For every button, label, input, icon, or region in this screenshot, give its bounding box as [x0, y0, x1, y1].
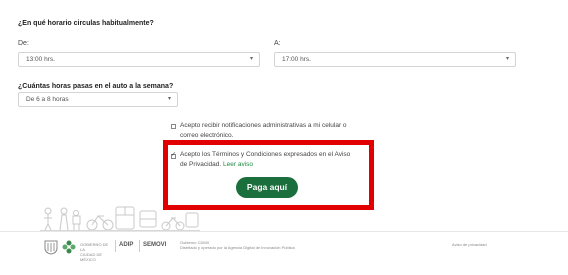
terms-line-2: de Privacidad. — [180, 161, 222, 168]
from-select-value: 13:00 hrs. — [26, 56, 55, 63]
privacy-link[interactable]: Aviso de privacidad — [452, 242, 487, 247]
adip-logo: ADIP — [119, 242, 134, 248]
question-schedule: ¿En qué horario circulas habitualmente? — [18, 20, 154, 27]
chevron-down-icon: ▾ — [249, 56, 253, 62]
chevron-down-icon: ▾ — [167, 96, 171, 102]
chevron-down-icon: ▾ — [505, 56, 509, 62]
notifications-text: Acepto recibir notificaciones administra… — [180, 121, 370, 141]
footer-credit: Gobierno CDMX Diseñado y operado por la … — [180, 240, 380, 250]
coat-of-arms-icon — [44, 240, 58, 255]
cdmx-logo-icon — [62, 240, 76, 254]
gob-cdmx-text: GOBIERNO DE LA CIUDAD DE MÉXICO — [80, 242, 114, 262]
terms-checkbox[interactable] — [171, 151, 176, 159]
city-illustration — [40, 206, 200, 231]
hours-select-value: De 6 a 8 horas — [26, 96, 69, 103]
from-select[interactable]: 13:00 hrs. ▾ — [18, 52, 260, 67]
to-select-value: 17:00 hrs. — [282, 56, 311, 63]
to-label: A: — [274, 40, 281, 47]
hours-select[interactable]: De 6 a 8 horas ▾ — [18, 92, 178, 107]
question-hours: ¿Cuántas horas pasas en el auto a la sem… — [18, 83, 174, 90]
gob-line-1: GOBIERNO DE LA — [80, 242, 109, 252]
footer-divider — [0, 231, 568, 232]
from-label: De: — [18, 40, 29, 47]
notifications-checkbox[interactable] — [171, 124, 176, 129]
pay-button[interactable]: Paga aquí — [236, 177, 298, 198]
notifications-line-1: Acepto recibir notificaciones administra… — [180, 122, 347, 129]
read-notice-link[interactable]: Leer aviso — [223, 161, 253, 168]
semovi-logo: SEMOVI — [143, 242, 167, 248]
footer-credit-text: Diseñado y operado por la Agencia Digita… — [180, 245, 295, 250]
gob-line-2: CIUDAD DE MÉXICO — [80, 252, 103, 262]
terms-text: Acepto los Términos y Condiciones expres… — [180, 150, 370, 170]
to-select[interactable]: 17:00 hrs. ▾ — [274, 52, 516, 67]
terms-line-1: Acepto los Términos y Condiciones expres… — [180, 151, 351, 158]
